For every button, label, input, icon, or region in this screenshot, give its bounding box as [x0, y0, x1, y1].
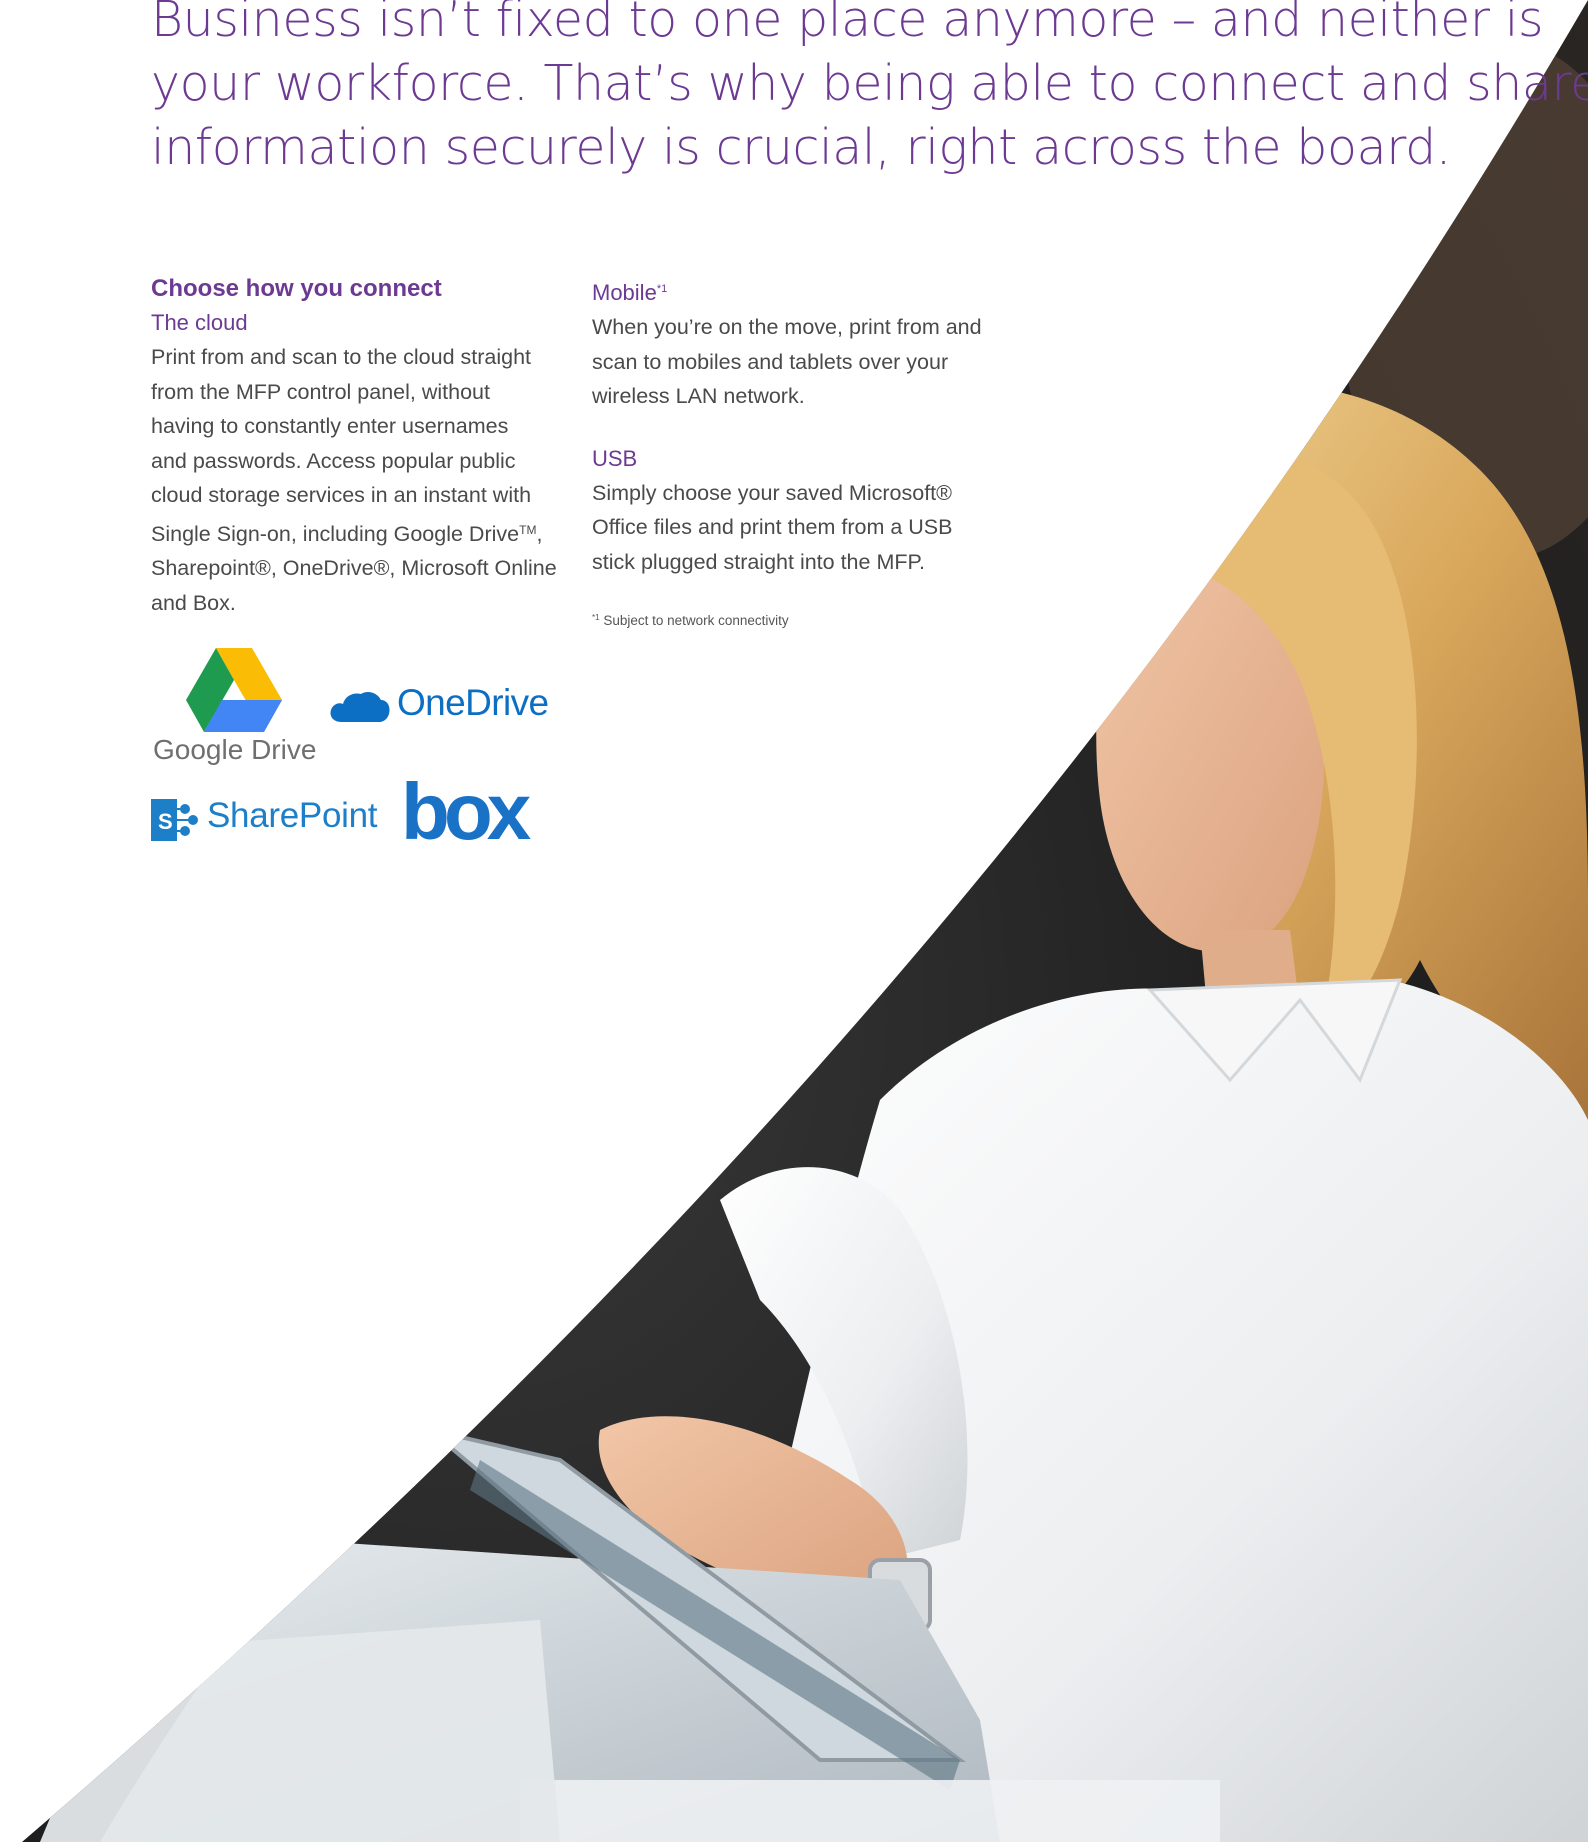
- cloud-line: Print from and scan to the cloud straigh…: [151, 345, 532, 369]
- cloud-line: and passwords. Access popular public: [151, 448, 516, 473]
- mobile-line: wireless LAN network.: [592, 384, 805, 408]
- sharepoint-logo: S SharePoint: [151, 796, 381, 846]
- google-drive-label: Google Drive: [153, 734, 317, 765]
- sharepoint-icon: S: [151, 799, 198, 841]
- footnote-text: Subject to network connectivity: [599, 613, 789, 628]
- headline-line-3: information securely is crucial, right a…: [151, 119, 1451, 176]
- mobile-line: scan to mobiles and tablets over your: [592, 349, 949, 374]
- mobile-footnote-ref: *1: [656, 283, 668, 295]
- sharepoint-label: SharePoint: [207, 796, 378, 835]
- cloud-line: cloud storage services in an instant wit…: [151, 483, 532, 507]
- usb-line: stick plugged straight into the MFP.: [592, 549, 926, 574]
- cloud-line: having to constantly enter usernames: [151, 414, 509, 438]
- mobile-line: When you’re on the move, print from and: [592, 315, 982, 339]
- left-column: Choose how you connect The cloud Print f…: [151, 272, 571, 620]
- usb-subheading: USB: [592, 445, 638, 471]
- cloud-paragraph: Print from and scan to the cloud straigh…: [151, 340, 571, 620]
- cloud-line: from the MFP control panel, without: [151, 379, 490, 404]
- headline-line-2: your workforce. That’s why being able to…: [151, 55, 1588, 112]
- onedrive-label: OneDrive: [397, 682, 549, 723]
- cloud-line: and Box.: [151, 590, 236, 615]
- box-logo: box: [401, 767, 531, 856]
- section-heading: Choose how you connect: [151, 275, 442, 302]
- google-drive-logo: Google Drive: [150, 648, 320, 768]
- trademark-comma: ,: [536, 521, 543, 546]
- box-label: box: [401, 767, 531, 856]
- usb-line: Simply choose your saved Microsoft®: [592, 480, 952, 505]
- cloud-line: Sharepoint®, OneDrive®, Microsoft Online: [151, 556, 557, 580]
- footnote-marker: *1: [592, 613, 600, 622]
- headline-line-1: Business isn’t fixed to one place anymor…: [151, 0, 1544, 48]
- google-drive-icon: [186, 648, 282, 732]
- onedrive-cloud-icon: [330, 692, 390, 722]
- onedrive-logo: OneDrive: [327, 682, 567, 732]
- mobile-subheading: Mobile*1: [592, 272, 1012, 310]
- cloud-line-tm: Single Sign-on, including Google DriveTM…: [151, 513, 571, 552]
- cloud-line: Single Sign-on, including Google Drive: [151, 521, 520, 546]
- page-headline: Business isn’t fixed to one place anymor…: [151, 0, 1588, 180]
- sharepoint-icon-letter: S: [158, 809, 173, 834]
- mobile-title: Mobile: [592, 280, 657, 305]
- footnote: *1 Subject to network connectivity: [592, 613, 1012, 628]
- usb-line: Office files and print them from a USB: [592, 515, 953, 539]
- cloud-subheading: The cloud: [151, 310, 248, 335]
- right-column: Mobile*1 When you’re on the move, print …: [592, 272, 1012, 628]
- trademark-mark: TM: [519, 522, 537, 537]
